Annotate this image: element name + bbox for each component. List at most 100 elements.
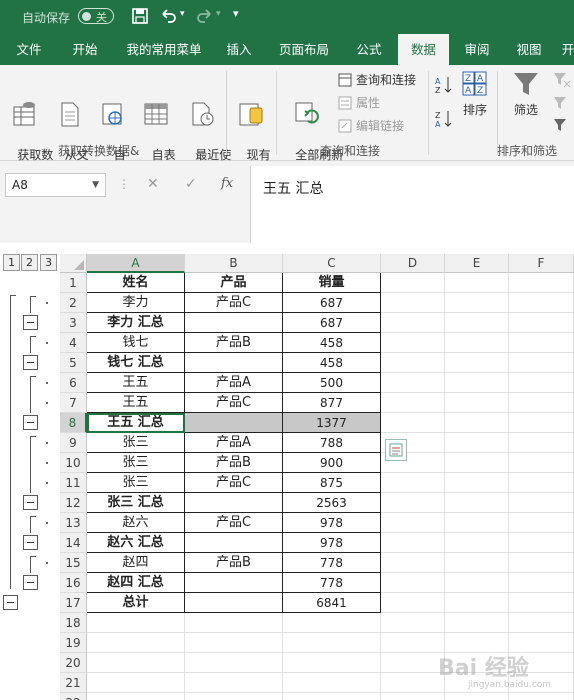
collapse-level-1-button[interactable] <box>3 595 18 610</box>
cell-f18[interactable] <box>509 613 574 633</box>
cell-b15[interactable]: 产品B <box>185 553 283 573</box>
cell-b16[interactable] <box>185 573 283 593</box>
row-header[interactable]: 6 <box>60 373 87 393</box>
select-all-corner[interactable] <box>60 254 87 273</box>
cell-d3[interactable] <box>381 313 445 333</box>
row-header[interactable]: 12 <box>60 493 87 513</box>
cell-e8[interactable] <box>445 413 509 433</box>
cell-a16[interactable]: 赵四 汇总 <box>87 573 185 593</box>
cell-b7[interactable]: 产品C <box>185 393 283 413</box>
row-header[interactable]: 10 <box>60 453 87 473</box>
sort-ascending-button[interactable]: A Z <box>432 75 456 99</box>
collapse-group-button[interactable] <box>23 315 38 330</box>
cell-b12[interactable] <box>185 493 283 513</box>
name-box[interactable]: A8 ▼ <box>5 173 106 197</box>
column-header-e[interactable]: E <box>445 254 509 273</box>
row-header[interactable]: 15 <box>60 553 87 573</box>
cell-d13[interactable] <box>381 513 445 533</box>
cell-a14[interactable]: 赵六 汇总 <box>87 533 185 553</box>
collapse-group-button[interactable] <box>23 575 38 590</box>
cell-b3[interactable] <box>185 313 283 333</box>
cell-b17[interactable] <box>185 593 283 613</box>
cancel-icon[interactable]: ✕ <box>147 176 159 192</box>
column-header-c[interactable]: C <box>283 254 381 273</box>
row-header[interactable]: 3 <box>60 313 87 333</box>
cell-b11[interactable]: 产品C <box>185 473 283 493</box>
cell-c2[interactable]: 687 <box>283 293 381 313</box>
cell-e11[interactable] <box>445 473 509 493</box>
undo-icon[interactable] <box>158 6 178 26</box>
cell-b9[interactable]: 产品A <box>185 433 283 453</box>
cell-b13[interactable]: 产品C <box>185 513 283 533</box>
undo-dropdown-icon[interactable]: ▾ <box>180 9 185 19</box>
tab-view[interactable]: 视图 <box>507 34 551 65</box>
cell-a20[interactable] <box>87 653 185 673</box>
cell-b4[interactable]: 产品B <box>185 333 283 353</box>
row-header[interactable]: 11 <box>60 473 87 493</box>
cell-c1[interactable]: 销量 <box>283 273 381 293</box>
cell-c11[interactable]: 875 <box>283 473 381 493</box>
cell-b22[interactable] <box>185 693 283 700</box>
cell-b1[interactable]: 产品 <box>185 273 283 293</box>
cell-c18[interactable] <box>283 613 381 633</box>
collapse-group-button[interactable] <box>23 415 38 430</box>
row-header[interactable]: 13 <box>60 513 87 533</box>
cell-b18[interactable] <box>185 613 283 633</box>
cell-a2[interactable]: 李力 <box>87 293 185 313</box>
name-box-dropdown-icon[interactable]: ▼ <box>92 174 99 196</box>
cell-f9[interactable] <box>509 433 574 453</box>
sort-button[interactable]: Z A A Z 排序 <box>458 69 492 118</box>
row-header[interactable]: 21 <box>60 673 87 693</box>
cell-e7[interactable] <box>445 393 509 413</box>
cell-c14[interactable]: 978 <box>283 533 381 553</box>
cell-a19[interactable] <box>87 633 185 653</box>
cell-b10[interactable]: 产品B <box>185 453 283 473</box>
cell-c15[interactable]: 778 <box>283 553 381 573</box>
cell-d6[interactable] <box>381 373 445 393</box>
cell-d14[interactable] <box>381 533 445 553</box>
row-header[interactable]: 16 <box>60 573 87 593</box>
cell-e16[interactable] <box>445 573 509 593</box>
cell-e22[interactable] <box>445 693 509 700</box>
cell-e10[interactable] <box>445 453 509 473</box>
outline-level-3-button[interactable]: 3 <box>40 254 57 271</box>
cell-a18[interactable] <box>87 613 185 633</box>
cell-d7[interactable] <box>381 393 445 413</box>
row-header[interactable]: 8 <box>60 413 87 433</box>
cell-f6[interactable] <box>509 373 574 393</box>
cell-b21[interactable] <box>185 673 283 693</box>
cell-f5[interactable] <box>509 353 574 373</box>
row-header[interactable]: 4 <box>60 333 87 353</box>
tab-page-layout[interactable]: 页面布局 <box>270 34 338 65</box>
cell-e6[interactable] <box>445 373 509 393</box>
autosave-toggle[interactable]: 关 <box>78 8 114 24</box>
cell-f7[interactable] <box>509 393 574 413</box>
collapse-group-button[interactable] <box>23 495 38 510</box>
cell-e12[interactable] <box>445 493 509 513</box>
cell-b8[interactable] <box>185 413 283 433</box>
cell-d15[interactable] <box>381 553 445 573</box>
column-header-d[interactable]: D <box>381 254 445 273</box>
cell-d11[interactable] <box>381 473 445 493</box>
tab-insert[interactable]: 插入 <box>216 34 262 65</box>
cell-c22[interactable] <box>283 693 381 700</box>
cell-b14[interactable] <box>185 533 283 553</box>
cell-f17[interactable] <box>509 593 574 613</box>
collapse-group-button[interactable] <box>23 355 38 370</box>
enter-check-icon[interactable]: ✓ <box>185 176 197 192</box>
cell-d12[interactable] <box>381 493 445 513</box>
cell-e4[interactable] <box>445 333 509 353</box>
cell-a15[interactable]: 赵四 <box>87 553 185 573</box>
cell-c3[interactable]: 687 <box>283 313 381 333</box>
cell-d1[interactable] <box>381 273 445 293</box>
cell-c19[interactable] <box>283 633 381 653</box>
filter-button[interactable]: 筛选 <box>506 69 546 118</box>
cell-e17[interactable] <box>445 593 509 613</box>
collapse-group-button[interactable] <box>23 535 38 550</box>
cell-d2[interactable] <box>381 293 445 313</box>
advanced-filter-button[interactable] <box>550 117 574 139</box>
cell-d17[interactable] <box>381 593 445 613</box>
cell-e15[interactable] <box>445 553 509 573</box>
cell-e13[interactable] <box>445 513 509 533</box>
column-header-a[interactable]: A <box>87 254 185 273</box>
